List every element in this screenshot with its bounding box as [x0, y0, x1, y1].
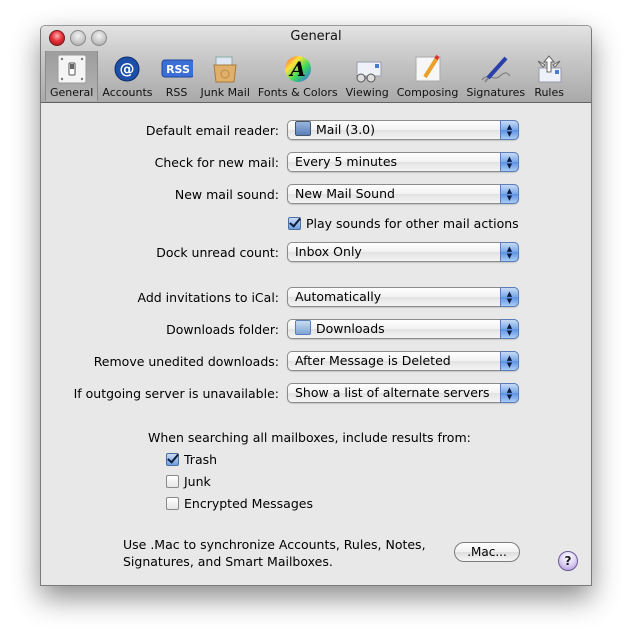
play-sounds-label: Play sounds for other mail actions: [306, 216, 519, 231]
add-invitations-popup[interactable]: Automatically ▲ ▼: [287, 287, 519, 307]
new-mail-sound-label: New mail sound:: [174, 187, 279, 202]
tab-label: General: [50, 86, 94, 99]
svg-text:A: A: [288, 57, 306, 81]
dock-unread-count-popup[interactable]: Inbox Only ▲ ▼: [287, 242, 519, 262]
tab-viewing[interactable]: Viewing: [342, 51, 393, 101]
tab-label: Composing: [396, 86, 459, 99]
default-email-reader-value: Mail (3.0): [316, 122, 375, 137]
tab-fonts-colors[interactable]: A Fonts & Colors: [254, 51, 342, 101]
at-sign-icon: @: [111, 53, 143, 85]
tab-label: Fonts & Colors: [257, 86, 338, 99]
composing-pencil-icon: [412, 53, 444, 85]
setting-check-new-mail: Check for new mail: Every 5 minutes ▲ ▼: [41, 152, 591, 174]
add-invitations-label: Add invitations to iCal:: [137, 290, 280, 305]
tab-label: Viewing: [345, 86, 389, 99]
outgoing-unavailable-value: Show a list of alternate servers: [295, 385, 490, 400]
default-email-reader-popup[interactable]: Mail (3.0) ▲ ▼: [287, 120, 519, 140]
mail-app-icon: [295, 121, 311, 136]
add-invitations-value: Automatically: [295, 289, 382, 304]
encrypted-messages-label: Encrypted Messages: [184, 496, 313, 511]
junk-checkbox[interactable]: [166, 475, 179, 488]
setting-new-mail-sound: New mail sound: New Mail Sound ▲ ▼: [41, 184, 591, 206]
tab-general[interactable]: General: [45, 51, 99, 101]
dock-unread-count-value: Inbox Only: [295, 244, 362, 259]
popup-arrows-icon: ▲ ▼: [500, 383, 519, 403]
setting-outgoing-unavailable: If outgoing server is unavailable: Show …: [41, 383, 591, 405]
tab-composing[interactable]: Composing: [393, 51, 463, 101]
check-new-mail-label: Check for new mail:: [154, 155, 279, 170]
setting-dock-unread-count: Dock unread count: Inbox Only ▲ ▼: [41, 242, 591, 264]
downloads-folder-value: Downloads: [316, 321, 385, 336]
encrypted-messages-checkbox[interactable]: [166, 497, 179, 510]
setting-default-email-reader: Default email reader: Mail (3.0) ▲ ▼: [41, 120, 591, 142]
signature-pen-icon: [480, 53, 512, 85]
viewing-glasses-icon: [351, 53, 383, 85]
check-new-mail-value: Every 5 minutes: [295, 154, 398, 169]
popup-arrows-icon: ▲ ▼: [500, 319, 519, 339]
trash-label: Trash: [184, 452, 218, 467]
junk-mail-icon: [209, 53, 241, 85]
tab-rules[interactable]: Rules: [529, 51, 569, 101]
tab-label: Junk Mail: [200, 86, 250, 99]
preferences-toolbar: General @ Accounts RSS RSS Junk Mail A F…: [45, 51, 569, 101]
remove-downloads-popup[interactable]: After Message is Deleted ▲ ▼: [287, 351, 519, 371]
downloads-folder-icon: [295, 320, 311, 335]
tab-label: Rules: [534, 86, 564, 99]
search-option-junk[interactable]: Junk: [166, 473, 211, 491]
dock-unread-count-label: Dock unread count:: [156, 245, 279, 260]
search-option-encrypted[interactable]: Encrypted Messages: [166, 495, 313, 513]
new-mail-sound-value: New Mail Sound: [295, 186, 395, 201]
play-sounds-checkbox-row[interactable]: Play sounds for other mail actions: [288, 215, 519, 233]
dotmac-description-line1: Use .Mac to synchronize Accounts, Rules,…: [123, 537, 426, 552]
rss-icon: RSS: [161, 53, 193, 85]
light-switch-icon: [56, 53, 88, 85]
svg-text:@: @: [120, 60, 135, 78]
tab-rss[interactable]: RSS RSS: [157, 51, 197, 101]
popup-arrows-icon: ▲ ▼: [500, 184, 519, 204]
setting-add-invitations: Add invitations to iCal: Automatically ▲…: [41, 287, 591, 309]
search-option-trash[interactable]: Trash: [166, 451, 217, 469]
fonts-colors-icon: A: [282, 53, 314, 85]
window-title: General: [290, 29, 342, 44]
general-pane: Default email reader: Mail (3.0) ▲ ▼ Chec…: [41, 103, 591, 585]
tab-label: Accounts: [102, 86, 153, 99]
trash-checkbox[interactable]: [166, 453, 179, 466]
popup-arrows-icon: ▲ ▼: [500, 287, 519, 307]
setting-downloads-folder: Downloads folder: Downloads ▲ ▼: [41, 319, 591, 341]
dotmac-button[interactable]: .Mac...: [454, 542, 520, 562]
remove-downloads-label: Remove unedited downloads:: [93, 354, 279, 369]
outgoing-unavailable-label: If outgoing server is unavailable:: [73, 386, 279, 401]
play-sounds-checkbox[interactable]: [288, 217, 301, 230]
svg-text:RSS: RSS: [166, 63, 190, 76]
outgoing-unavailable-popup[interactable]: Show a list of alternate servers ▲ ▼: [287, 383, 519, 403]
remove-downloads-value: After Message is Deleted: [295, 353, 451, 368]
default-email-reader-label: Default email reader:: [145, 123, 279, 138]
popup-arrows-icon: ▲ ▼: [500, 120, 519, 140]
setting-remove-downloads: Remove unedited downloads: After Message…: [41, 351, 591, 373]
new-mail-sound-popup[interactable]: New Mail Sound ▲ ▼: [287, 184, 519, 204]
junk-label: Junk: [184, 474, 211, 489]
tab-accounts[interactable]: @ Accounts: [98, 51, 156, 101]
preferences-window: General General @ Accounts RSS RSS Junk …: [40, 25, 592, 586]
search-heading: When searching all mailboxes, include re…: [148, 430, 471, 445]
tab-signatures[interactable]: Signatures: [462, 51, 529, 101]
check-new-mail-popup[interactable]: Every 5 minutes ▲ ▼: [287, 152, 519, 172]
downloads-folder-popup[interactable]: Downloads ▲ ▼: [287, 319, 519, 339]
dotmac-description-line2: Signatures, and Smart Mailboxes.: [123, 554, 333, 569]
title-bar: General General @ Accounts RSS RSS Junk …: [41, 26, 591, 103]
tab-label: RSS: [165, 86, 188, 99]
help-button[interactable]: ?: [558, 551, 578, 571]
downloads-folder-label: Downloads folder:: [166, 322, 279, 337]
popup-arrows-icon: ▲ ▼: [500, 152, 519, 172]
tab-junk-mail[interactable]: Junk Mail: [197, 51, 254, 101]
tab-label: Signatures: [466, 86, 526, 99]
popup-arrows-icon: ▲ ▼: [500, 242, 519, 262]
popup-arrows-icon: ▲ ▼: [500, 351, 519, 371]
rules-arrows-icon: [533, 53, 565, 85]
